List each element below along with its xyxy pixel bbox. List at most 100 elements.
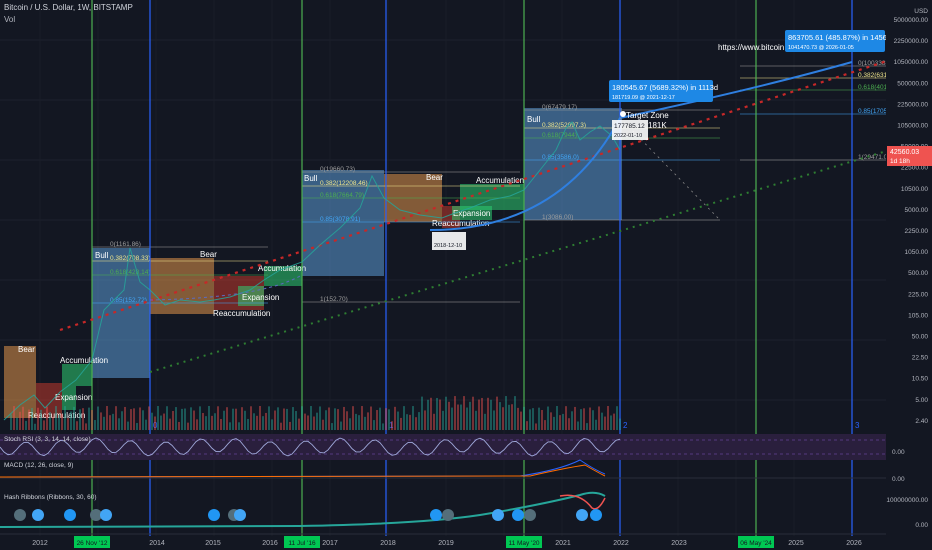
volume-bar xyxy=(370,406,372,430)
volume-bar xyxy=(229,422,231,430)
volume-bar xyxy=(274,410,276,430)
volume-bar xyxy=(49,412,51,430)
measure-sub-2026: 1041470.73 @ 2026-01-05 xyxy=(788,45,854,51)
volume-bar xyxy=(532,408,534,430)
hash-ribbon-signal-dot xyxy=(442,509,454,521)
volume-bar xyxy=(19,411,21,430)
volume-bar xyxy=(502,407,504,430)
halving-date-label: 26 Nov '12 xyxy=(77,540,108,547)
hash-ribbon-signal-dot xyxy=(524,509,536,521)
volume-bar xyxy=(301,406,303,430)
volume-bar xyxy=(598,406,600,430)
volume-bar xyxy=(16,417,18,430)
volume-bar xyxy=(358,415,360,430)
volume-bar xyxy=(565,406,567,430)
volume-bar xyxy=(94,420,96,430)
price-axis-tick: 2.40 xyxy=(915,418,928,425)
hash-ribbon-signal-dot xyxy=(512,509,524,521)
volume-bar xyxy=(172,410,174,430)
volume-bar xyxy=(262,416,264,430)
volume-bar xyxy=(508,404,510,430)
volume-bar xyxy=(550,412,552,430)
macd-tick: 0.00 xyxy=(892,476,905,483)
time-axis-year: 2012 xyxy=(32,540,48,547)
volume-bar xyxy=(265,412,267,430)
volume-bar xyxy=(385,408,387,430)
hash-ribbons-tick: 0.00 xyxy=(915,522,928,529)
volume-bar xyxy=(427,399,429,430)
volume-bar xyxy=(541,409,543,430)
measure-text-2026: 863705.61 (485.87%) in 1456d xyxy=(788,33,891,42)
volume-bar xyxy=(160,415,162,430)
volume-bar xyxy=(271,419,273,430)
volume-bar xyxy=(379,407,381,430)
price-axis-tick: 10500.00 xyxy=(901,186,928,193)
hash-ribbon-signal-dot xyxy=(234,509,246,521)
volume-bar xyxy=(559,415,561,430)
main-chart[interactable]: BearReaccumulationExpansionAccumulationB… xyxy=(0,0,932,550)
volume-bar xyxy=(37,407,39,430)
time-axis-year: 2015 xyxy=(205,540,221,547)
volume-bar xyxy=(97,406,99,430)
volume-bar xyxy=(439,399,441,430)
volume-bar xyxy=(133,408,135,430)
volume-bar xyxy=(223,410,225,430)
volume-bar xyxy=(490,399,492,430)
volume-bar xyxy=(58,414,60,430)
volume-bar xyxy=(319,406,321,430)
volume-bar xyxy=(298,418,300,430)
volume-bar xyxy=(280,422,282,430)
volume-bar xyxy=(463,396,465,430)
volume-bar xyxy=(166,406,168,430)
price-axis-tick: 225.00 xyxy=(908,291,928,298)
volume-bar xyxy=(256,415,258,430)
volume-bar xyxy=(340,421,342,430)
phase-label: Bear xyxy=(200,250,217,259)
volume-bar xyxy=(583,408,585,430)
volume-bar xyxy=(454,396,456,430)
cycle-number: 3 xyxy=(855,421,860,430)
volume-bar xyxy=(472,396,474,430)
volume-bar xyxy=(445,396,447,430)
volume-bar xyxy=(523,406,525,430)
volume-bar xyxy=(577,421,579,430)
volume-bar xyxy=(526,421,528,430)
volume-bar xyxy=(436,397,438,430)
fib-level-label: 0.85(3078.91) xyxy=(320,216,360,223)
volume-bar xyxy=(493,410,495,430)
volume-bar xyxy=(382,423,384,430)
volume-bar xyxy=(328,407,330,430)
hash-ribbon-signal-dot xyxy=(590,509,602,521)
volume-bar xyxy=(520,411,522,430)
volume-bar xyxy=(208,406,210,430)
volume-bar xyxy=(568,418,570,430)
hash-ribbon-signal-dot xyxy=(430,509,442,521)
volume-bar xyxy=(88,407,90,430)
volume-bar xyxy=(61,414,63,430)
measure-sub-2021: 181719.09 @ 2021-12-17 xyxy=(612,95,675,101)
phase-label: Bull xyxy=(304,174,318,183)
phase-label: Bull xyxy=(527,115,541,124)
volume-bar xyxy=(373,420,375,430)
volume-bar xyxy=(235,408,237,430)
volume-bar xyxy=(64,406,66,430)
current-price-countdown: 1d 18h xyxy=(890,158,910,165)
volume-bar xyxy=(73,406,75,430)
price-axis-tick: 2250000.00 xyxy=(894,38,929,45)
volume-bar xyxy=(607,406,609,430)
chart-stage[interactable]: Bear Reaccumulation Expansion Accumulation B… xyxy=(0,0,932,550)
price-axis-tick: 50.00 xyxy=(912,334,929,341)
volume-bar xyxy=(586,423,588,430)
volume-bar xyxy=(361,406,363,430)
volume-bar xyxy=(67,417,69,430)
phase-label: Expansion xyxy=(453,209,490,218)
volume-bar xyxy=(538,407,540,430)
volume-bar xyxy=(259,406,261,430)
volume-bar xyxy=(142,410,144,430)
phase-label: Bear xyxy=(426,173,443,182)
volume-bar xyxy=(295,411,297,430)
volume-bar xyxy=(457,404,459,430)
volume-bar xyxy=(613,413,615,430)
volume-bar xyxy=(157,406,159,430)
volume-bar xyxy=(304,413,306,430)
